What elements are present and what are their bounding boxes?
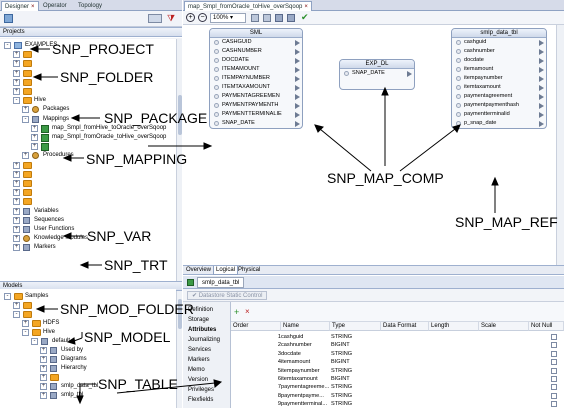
arrowhead-mod-folder xyxy=(35,305,45,313)
arrowhead-model xyxy=(66,337,76,345)
label-snp-table: SNP_TABLE xyxy=(98,376,178,392)
annotation-arrows xyxy=(29,45,499,405)
arrowhead-table xyxy=(76,395,84,405)
label-snp-map-comp: SNP_MAP_COMP xyxy=(327,170,444,186)
label-snp-mod-folder: SNP_MOD_FOLDER xyxy=(60,301,194,317)
label-snp-model: SNP_MODEL xyxy=(84,329,171,345)
label-snp-package: SNP_PACKAGE xyxy=(104,110,208,126)
arrowhead-package xyxy=(70,114,80,122)
arrowhead-folder xyxy=(32,73,42,81)
label-snp-folder: SNP_FOLDER xyxy=(60,69,154,85)
arrowhead-comp-2 xyxy=(381,86,389,96)
arrow-comp-3 xyxy=(399,128,456,172)
arrowhead-trt xyxy=(79,261,89,269)
arrowhead-comp-3 xyxy=(452,124,461,133)
arrowhead-project xyxy=(29,45,39,53)
label-snp-mapping: SNP_MAPPING xyxy=(86,151,188,167)
arrow-model-2 xyxy=(73,337,83,342)
arrow-comp-1 xyxy=(319,128,372,172)
label-snp-var: SNP_VAR xyxy=(87,228,152,244)
arrowhead-map-ref xyxy=(491,176,499,186)
label-snp-map-ref: SNP_MAP_REF xyxy=(455,214,558,230)
arrowhead-mapping xyxy=(62,154,72,162)
label-snp-project: SNP_PROJECT xyxy=(52,41,154,57)
label-snp-trt: SNP_TRT xyxy=(104,257,168,273)
arrowhead-mapping-ref xyxy=(203,142,213,150)
arrowhead-table-ref xyxy=(213,379,223,388)
arrowhead-var xyxy=(62,232,72,240)
